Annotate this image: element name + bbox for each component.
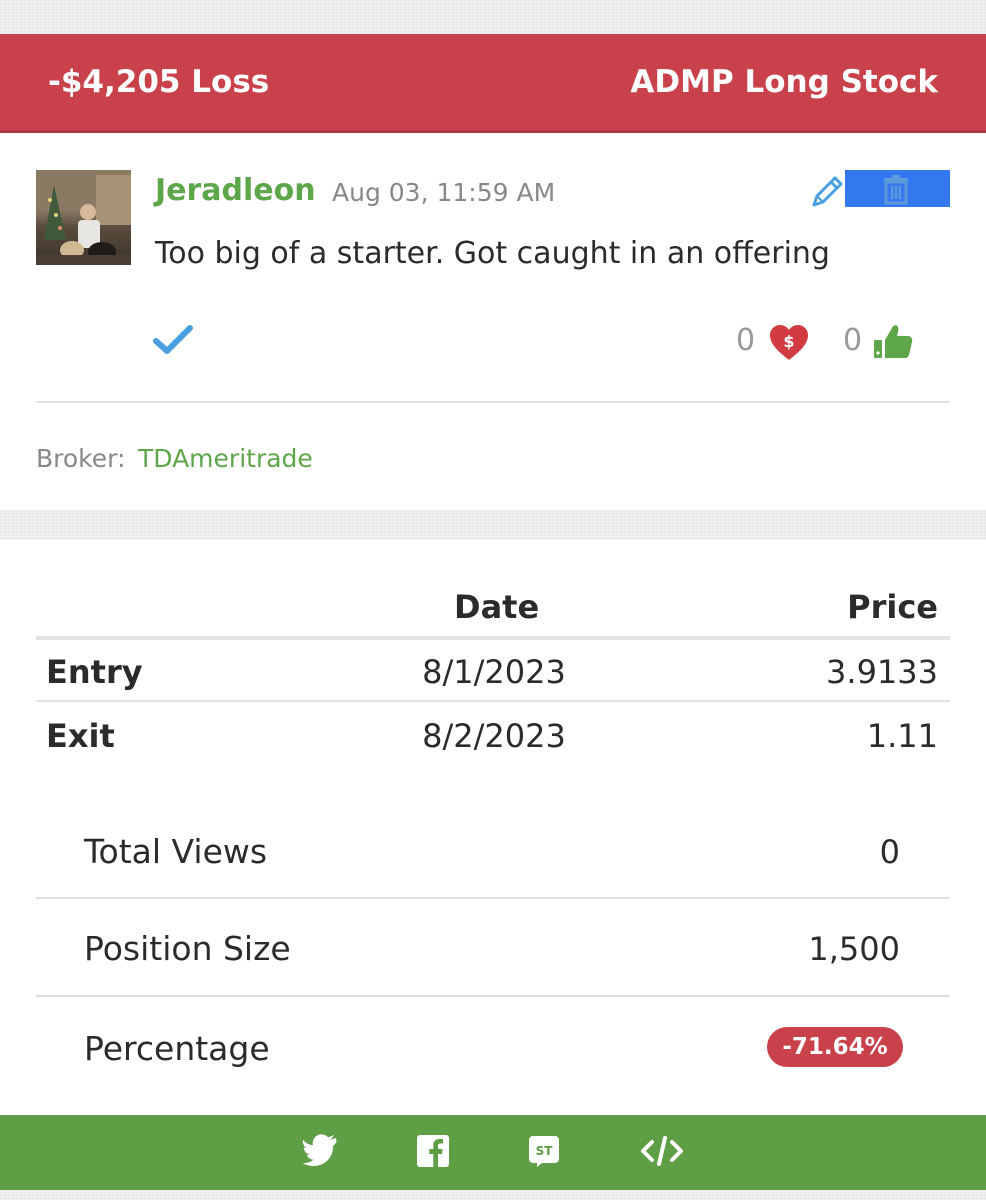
share-footer: ST (0, 1115, 986, 1190)
post-card: Jeradleon Aug 03, 11:59 AM Too big of a … (0, 133, 986, 510)
table-header-date: Date (454, 588, 540, 626)
stat-total-views-value: 0 (879, 833, 900, 871)
table-row-exit-price: 1.11 (866, 717, 938, 755)
table-header-divider (36, 636, 950, 640)
svg-text:$: $ (783, 332, 794, 351)
stat-position-size-label: Position Size (84, 929, 291, 968)
trade-header: -$4,205 Loss ADMP Long Stock (0, 34, 986, 133)
table-row-entry-price: 3.9133 (826, 653, 938, 691)
percentage-badge: -71.64% (767, 1027, 903, 1067)
post-divider (36, 401, 950, 403)
post-comment: Too big of a starter. Got caught in an o… (155, 236, 830, 271)
trash-icon (884, 175, 908, 205)
facebook-icon[interactable] (416, 1134, 450, 1172)
svg-text:ST: ST (536, 1144, 554, 1158)
delete-button[interactable] (845, 170, 950, 207)
post-username[interactable]: Jeradleon (155, 173, 316, 208)
broker-label: Broker: (36, 444, 126, 473)
stat-percentage-label: Percentage (84, 1029, 270, 1068)
heart-dollar-icon[interactable]: $ (768, 323, 810, 367)
stat-position-size-value: 1,500 (808, 930, 900, 968)
pencil-icon[interactable] (808, 171, 848, 211)
stat-divider (36, 995, 950, 997)
check-icon (152, 323, 194, 361)
thumbs-up-icon[interactable] (872, 320, 914, 366)
table-row-exit-date: 8/2/2023 (422, 717, 566, 755)
table-row-entry-date: 8/1/2023 (422, 653, 566, 691)
table-row-entry-label: Entry (46, 653, 143, 691)
embed-code-icon[interactable] (640, 1134, 684, 1172)
post-timestamp: Aug 03, 11:59 AM (332, 178, 556, 207)
stocktwits-icon[interactable]: ST (527, 1134, 561, 1172)
likes-count: 0 (843, 323, 863, 358)
table-row-exit-label: Exit (46, 717, 115, 755)
trade-result-label: -$4,205 Loss (48, 64, 270, 100)
avatar[interactable] (36, 170, 131, 265)
stat-divider (36, 897, 950, 899)
stat-total-views-label: Total Views (84, 832, 268, 871)
table-header-price: Price (847, 588, 938, 626)
tips-count: 0 (736, 323, 756, 358)
broker-link[interactable]: TDAmeritrade (138, 444, 313, 473)
trade-details-card: Date Price Entry 8/1/2023 3.9133 Exit 8/… (0, 540, 986, 1115)
twitter-icon[interactable] (302, 1134, 338, 1172)
trade-symbol-label: ADMP Long Stock (630, 64, 938, 100)
table-row-divider (36, 700, 950, 702)
